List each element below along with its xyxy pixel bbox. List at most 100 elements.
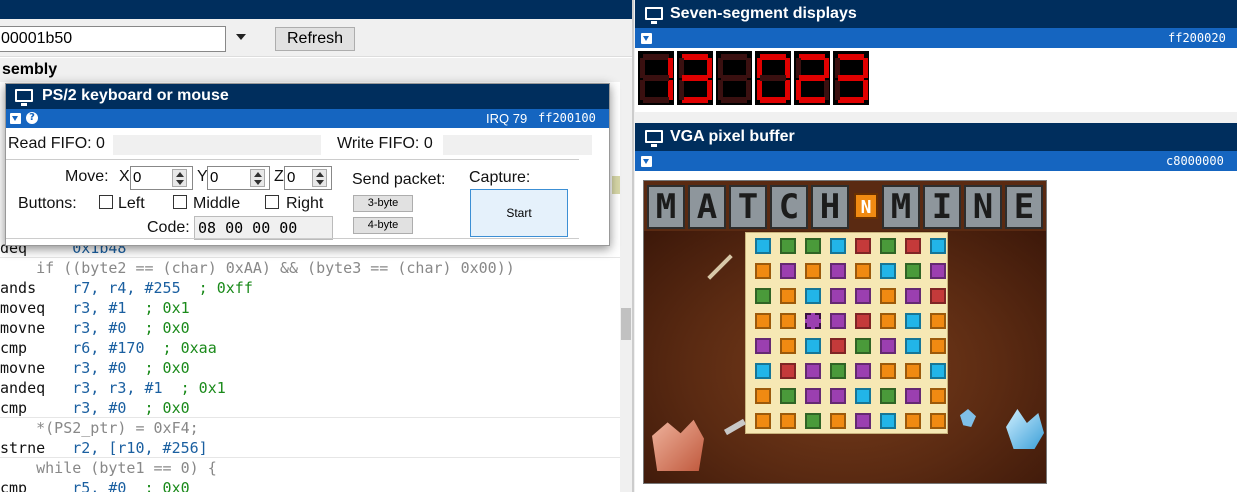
comment: ; 0x0 — [126, 399, 190, 417]
vga-title-bar[interactable]: VGA pixel buffer — [635, 123, 1237, 151]
seven-segment-digit — [638, 51, 674, 105]
refresh-button[interactable]: Refresh — [275, 27, 355, 51]
operands: r5, #0 — [72, 479, 127, 492]
x-stepper-arrows[interactable] — [172, 169, 187, 187]
board-tile — [805, 413, 821, 429]
vertical-scrollbar[interactable] — [620, 82, 632, 492]
segment — [838, 97, 864, 103]
vga-sub-bar: c8000000 — [635, 151, 1237, 171]
board-tile — [905, 338, 921, 354]
board-tile — [880, 238, 896, 254]
board-tile — [905, 363, 921, 379]
source-line: if ((byte2 == (char) 0xAA) && (byte3 == … — [0, 258, 620, 278]
comment: ; 0x0 — [126, 319, 190, 337]
comment: ; 0x0 — [126, 479, 190, 492]
ps2-title-bar[interactable]: PS/2 keyboard or mouse — [6, 84, 609, 109]
mnemonic: cmp — [0, 339, 73, 357]
title-letter: E — [1005, 185, 1043, 229]
operands: r3, r3, #1 — [72, 379, 163, 397]
board-tile — [855, 413, 871, 429]
segment — [799, 75, 825, 81]
chevron-down-icon[interactable] — [10, 113, 21, 124]
move-label: Move: — [65, 168, 109, 185]
board-tile — [905, 263, 921, 279]
segment — [682, 54, 708, 60]
chevron-down-icon[interactable] — [641, 33, 652, 44]
right-checkbox[interactable] — [265, 195, 279, 209]
monitor-icon — [645, 130, 663, 147]
segment — [838, 75, 864, 81]
comment: ; 0xff — [180, 279, 253, 297]
source-text: if ((byte2 == (char) 0xAA) && (byte3 == … — [0, 259, 515, 277]
board-tile — [755, 263, 771, 279]
segment — [835, 80, 840, 100]
operands: r3, #0 — [72, 319, 127, 337]
chevron-down-icon[interactable] — [641, 156, 652, 167]
source-line: while (byte1 == 0) { — [0, 458, 620, 478]
board-tile — [905, 388, 921, 404]
board-tile — [780, 363, 796, 379]
read-fifo-box — [113, 135, 321, 155]
vga-address: c8000000 — [1166, 154, 1224, 168]
board-tile — [830, 263, 846, 279]
operands: r3, #0 — [72, 359, 127, 377]
board-tile — [830, 388, 846, 404]
asm-line: moveq r3, #1 ; 0x1 — [0, 298, 620, 318]
seven-segment-digits — [638, 51, 870, 105]
divider — [6, 159, 579, 160]
seven-segment-digit — [755, 51, 791, 105]
send-3-byte-button[interactable]: 3-byte — [353, 195, 413, 212]
x-label: X — [119, 168, 130, 185]
board-tile — [830, 413, 846, 429]
vga-screen[interactable]: MATCHNMINE — [643, 180, 1047, 484]
comment: ; 0x1 — [126, 299, 190, 317]
capture-start-button[interactable]: Start — [470, 189, 568, 237]
write-fifo-label: Write FIFO: 0 — [337, 135, 433, 152]
board-tile — [830, 288, 846, 304]
board-tile — [880, 313, 896, 329]
segment — [838, 54, 864, 60]
board-tile — [755, 313, 771, 329]
board-tile — [930, 413, 946, 429]
z-stepper-arrows[interactable] — [312, 169, 327, 187]
seven-segment-digit — [716, 51, 752, 105]
help-icon[interactable]: ? — [26, 112, 38, 124]
seven-segment-title-bar[interactable]: Seven-segment displays — [635, 0, 1237, 28]
board-tile — [855, 313, 871, 329]
board-tile — [830, 238, 846, 254]
disassembly-panel: 00001b50 Refresh sembly deq 0x1b48 if ((… — [0, 0, 632, 492]
vga-title: VGA pixel buffer — [670, 128, 795, 145]
code-field[interactable]: 08 00 00 00 — [194, 216, 333, 240]
title-letter: M — [882, 185, 920, 229]
segment — [682, 97, 708, 103]
segment — [682, 75, 708, 81]
board-tile — [805, 363, 821, 379]
address-input[interactable]: 00001b50 — [0, 26, 226, 52]
right-checkbox-label: Right — [286, 195, 324, 212]
segment — [799, 97, 825, 103]
y-stepper-arrows[interactable] — [250, 169, 265, 187]
operands: r6, #170 — [72, 339, 145, 357]
board-tile — [755, 363, 771, 379]
asm-line: cmp r5, #0 ; 0x0 — [0, 478, 620, 492]
send-4-byte-button[interactable]: 4-byte — [353, 217, 413, 234]
mnemonic: andeq — [0, 379, 73, 397]
board-tile — [780, 238, 796, 254]
board-tile — [780, 338, 796, 354]
left-checkbox[interactable] — [99, 195, 113, 209]
scrollbar-thumb[interactable] — [621, 308, 631, 340]
board-tile — [780, 288, 796, 304]
operands: r3, #0 — [72, 399, 127, 417]
chevron-down-icon[interactable] — [236, 34, 246, 40]
board-tile — [880, 338, 896, 354]
ps2-sub-bar: ? IRQ 79 ff200100 — [6, 109, 609, 128]
seven-segment-digit — [677, 51, 713, 105]
segment — [760, 97, 786, 103]
segment — [643, 54, 669, 60]
middle-checkbox[interactable] — [173, 195, 187, 209]
board-tile — [880, 263, 896, 279]
asm-line: movne r3, #0 ; 0x0 — [0, 358, 620, 378]
board-tile — [855, 263, 871, 279]
left-checkbox-label: Left — [118, 195, 145, 212]
board-tile — [855, 238, 871, 254]
